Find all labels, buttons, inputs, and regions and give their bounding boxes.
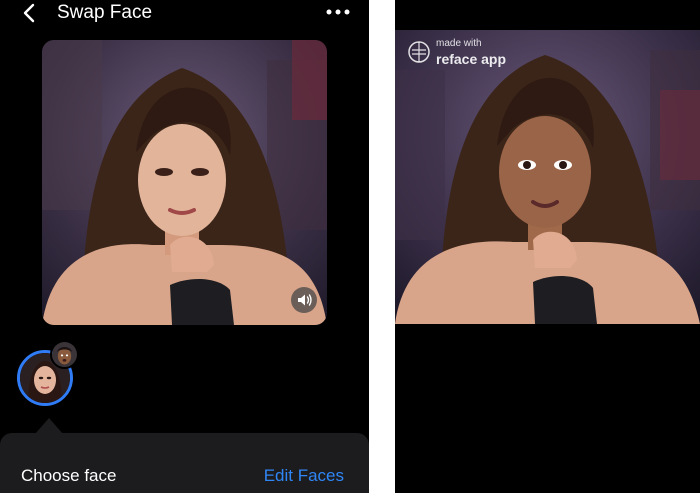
top-bar: Swap Face xyxy=(0,0,369,30)
page-title: Swap Face xyxy=(57,2,153,23)
edit-faces-button[interactable]: Edit Faces xyxy=(264,466,344,486)
speaker-icon xyxy=(298,294,312,306)
result-video[interactable] xyxy=(395,30,700,324)
watermark-brand: reface app xyxy=(436,51,507,67)
watermark-made-with: made with xyxy=(436,38,482,49)
reface-logo-icon xyxy=(408,41,430,63)
reface-watermark: made with reface app xyxy=(407,37,517,69)
choose-face-label: Choose face xyxy=(21,466,117,485)
result-frame xyxy=(395,30,700,324)
sound-toggle-button[interactable] xyxy=(291,287,317,313)
chevron-left-icon xyxy=(23,3,35,23)
back-button[interactable] xyxy=(18,1,42,25)
source-video[interactable] xyxy=(42,40,327,325)
swap-face-screen: Swap Face Choose face Edit Faces xyxy=(0,0,369,493)
video-frame xyxy=(42,40,327,325)
bottom-sheet: Choose face Edit Faces xyxy=(0,433,369,493)
result-preview-screen: made with reface app xyxy=(395,0,700,493)
face-thumbnail xyxy=(52,342,77,367)
additional-face-avatar[interactable] xyxy=(50,340,79,369)
sheet-pointer xyxy=(35,418,63,434)
more-options-button[interactable] xyxy=(325,1,351,23)
more-horizontal-icon xyxy=(326,9,350,15)
